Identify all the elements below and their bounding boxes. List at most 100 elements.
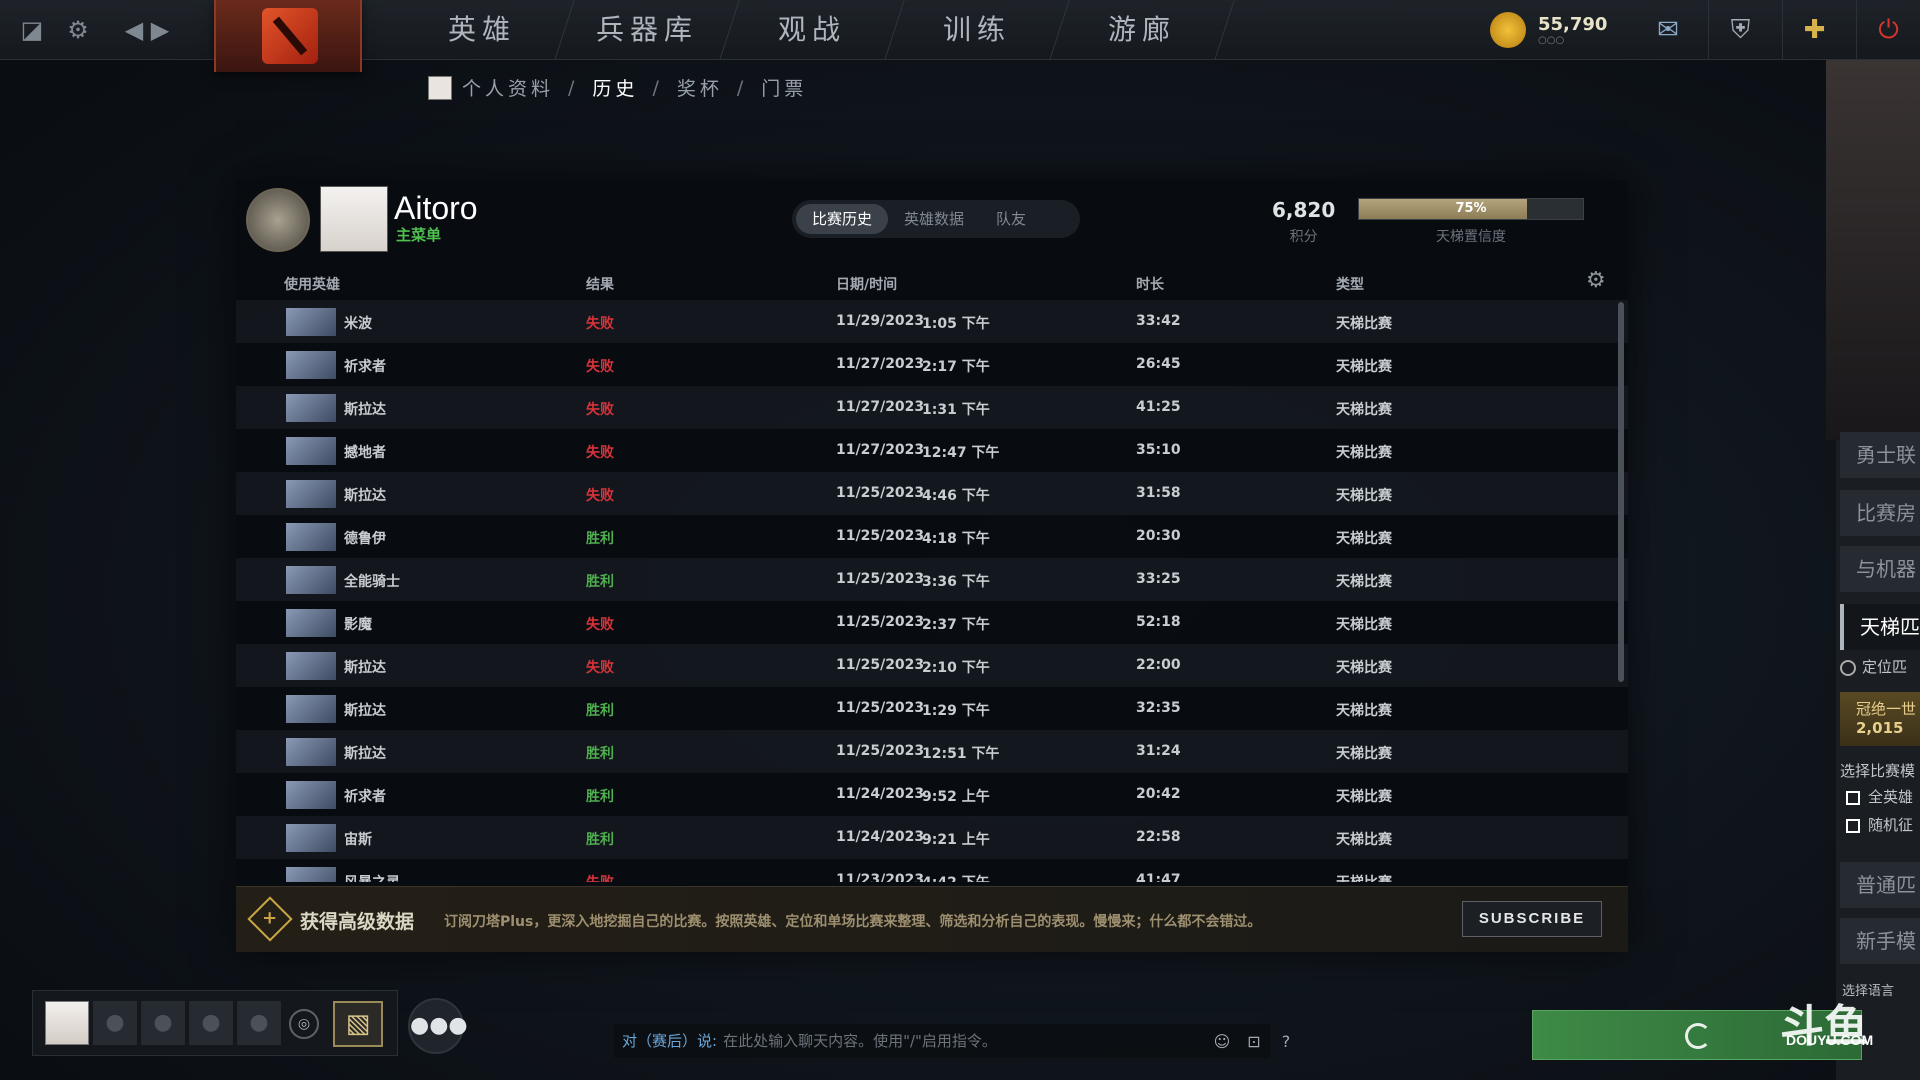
hero-portrait — [286, 394, 336, 422]
match-duration: 32:35 — [1136, 700, 1181, 716]
table-row[interactable]: 撼地者 失败 11/27/2023 12:47 下午 35:10 天梯比赛 — [236, 429, 1628, 472]
match-date: 11/27/2023 — [836, 442, 925, 458]
party-slot-icon[interactable]: ● — [237, 1001, 281, 1045]
dota-logo-button[interactable] — [214, 0, 362, 72]
table-settings-gear-icon[interactable]: ⚙ — [1586, 268, 1610, 293]
col-hero[interactable]: 使用英雄 — [284, 274, 340, 294]
tab-match-history[interactable]: 比赛历史 — [796, 204, 889, 234]
match-duration: 33:25 — [1136, 571, 1181, 587]
player-status: 主菜单 — [396, 226, 442, 244]
power-icon[interactable]: ⏻ — [1856, 0, 1920, 60]
table-row[interactable]: 全能骑士 胜利 11/25/2023 3:36 下午 33:25 天梯比赛 — [236, 558, 1628, 601]
history-tabs: 比赛历史 英雄数据 队友 — [792, 200, 1080, 238]
tab-teammates[interactable]: 队友 — [980, 204, 1042, 234]
breadcrumb-tickets[interactable]: 门票 — [761, 74, 807, 101]
rank-confidence: 75% 天梯置信度 — [1358, 198, 1584, 246]
breadcrumb-separator: / — [652, 76, 663, 99]
role-queue-radio[interactable]: 定位匹 — [1840, 656, 1907, 677]
plus-banner: + 获得高级数据 订阅刀塔Plus，更深入地挖掘自己的比赛。按照英雄、定位和单场… — [236, 886, 1628, 952]
col-datetime[interactable]: 日期/时间 — [836, 274, 897, 294]
table-row[interactable]: 斯拉达 胜利 11/25/2023 12:51 下午 31:24 天梯比赛 — [236, 730, 1628, 773]
breadcrumb-profile[interactable]: 个人资料 — [462, 74, 554, 101]
chat-placeholder: 在此处输入聊天内容。使用"/"启用指令。 — [723, 1032, 997, 1050]
nav-armory[interactable]: 兵器库 — [555, 0, 740, 60]
armory-icon[interactable]: ⛨ — [1708, 0, 1772, 60]
lobby-button[interactable]: 比赛房 — [1840, 490, 1920, 536]
bots-button[interactable]: 与机器 — [1840, 546, 1920, 592]
currency-display[interactable]: 55,790 ○○○ — [1490, 12, 1607, 48]
help-icon[interactable]: ? — [1274, 1030, 1298, 1054]
party-slot-icon[interactable]: ● — [141, 1001, 185, 1045]
table-row[interactable]: 祈求者 失败 11/27/2023 2:17 下午 26:45 天梯比赛 — [236, 343, 1628, 386]
voice-headset-icon[interactable]: ◎ — [289, 1009, 319, 1039]
subscribe-button[interactable]: SUBSCRIBE — [1462, 901, 1602, 937]
random-draft-checkbox[interactable]: 随机征 — [1846, 814, 1913, 835]
table-row[interactable]: 斯拉达 失败 11/27/2023 1:31 下午 41:25 天梯比赛 — [236, 386, 1628, 429]
ranked-button[interactable]: 天梯匹 — [1840, 604, 1920, 650]
confidence-text: 75% — [1455, 201, 1487, 216]
searching-spinner-icon — [1685, 1023, 1711, 1049]
table-row[interactable]: 影魔 失败 11/25/2023 2:37 下午 52:18 天梯比赛 — [236, 601, 1628, 644]
all-pick-checkbox[interactable]: 全英雄 — [1846, 786, 1913, 807]
nav-watch[interactable]: 观战 — [720, 0, 905, 60]
breadcrumb-history[interactable]: 历史 — [592, 74, 638, 101]
match-date: 11/25/2023 — [836, 700, 925, 716]
match-time: 3:36 下午 — [922, 574, 990, 590]
chat-target[interactable]: 对（赛后）说: — [622, 1032, 717, 1050]
emoji-icon[interactable]: ☺ — [1210, 1030, 1234, 1054]
banner-title: 获得高级数据 — [300, 911, 415, 933]
nav-heroes[interactable]: 英雄 — [390, 0, 575, 60]
chat-icon[interactable]: ✉ — [1636, 0, 1700, 60]
table-row[interactable]: 斯拉达 胜利 11/25/2023 1:29 下午 32:35 天梯比赛 — [236, 687, 1628, 730]
breadcrumb-separator: / — [568, 76, 579, 99]
chat-input[interactable]: 对（赛后）说: 在此处输入聊天内容。使用"/"启用指令。 — [614, 1024, 1270, 1058]
party-self-avatar[interactable] — [45, 1001, 89, 1045]
nav-label: 兵器库 — [595, 13, 698, 46]
scrollbar[interactable] — [1618, 302, 1624, 682]
match-result: 胜利 — [586, 703, 614, 719]
guild-button[interactable]: 勇士联 — [1840, 432, 1920, 478]
col-type[interactable]: 类型 — [1336, 274, 1364, 294]
chat-wheel-icon[interactable]: ⊡ — [1242, 1030, 1266, 1054]
match-result: 胜利 — [586, 746, 614, 762]
breadcrumb-trophies[interactable]: 奖杯 — [677, 74, 723, 101]
match-duration: 41:47 — [1136, 872, 1181, 882]
nav-arcade[interactable]: 游廊 — [1050, 0, 1235, 60]
table-row[interactable]: 斯拉达 失败 11/25/2023 4:46 下午 31:58 天梯比赛 — [236, 472, 1628, 515]
settings-gear-icon[interactable]: ⚙ — [62, 14, 94, 46]
hero-name: 斯拉达 — [344, 746, 386, 762]
dota-icon[interactable]: ◪ — [16, 14, 48, 46]
forward-arrow-icon[interactable]: ▶ — [144, 14, 176, 46]
confidence-label: 天梯置信度 — [1436, 229, 1506, 245]
avatar[interactable] — [320, 186, 388, 252]
rank-tier-box: 冠绝一世 2,015 — [1840, 692, 1920, 746]
match-type: 天梯比赛 — [1336, 746, 1392, 762]
unranked-button[interactable]: 普通匹 — [1840, 862, 1920, 908]
table-row[interactable]: 宙斯 胜利 11/24/2023 9:21 上午 22:58 天梯比赛 — [236, 816, 1628, 859]
table-row[interactable]: 风暴之灵 失败 11/23/20234:42 下午 41:47 天梯比赛 — [236, 859, 1628, 882]
match-date: 11/23/2023 — [836, 872, 925, 882]
rank-medal-icon[interactable] — [246, 188, 310, 252]
hero-name: 祈求者 — [344, 359, 386, 375]
nav-label: 游廊 — [1107, 13, 1176, 46]
match-result: 失败 — [586, 660, 614, 676]
match-date: 11/25/2023 — [836, 485, 925, 501]
newbie-mode-button[interactable]: 新手模 — [1840, 918, 1920, 964]
checkbox-icon — [1846, 790, 1860, 805]
rank-badge-icon[interactable]: ▧ — [333, 1001, 383, 1047]
table-row[interactable]: 祈求者 胜利 11/24/2023 9:52 上午 20:42 天梯比赛 — [236, 773, 1628, 816]
col-result[interactable]: 结果 — [586, 274, 614, 294]
party-slot-icon[interactable]: ● — [189, 1001, 233, 1045]
col-duration[interactable]: 时长 — [1136, 274, 1164, 294]
table-row[interactable]: 斯拉达 失败 11/25/2023 2:10 下午 22:00 天梯比赛 — [236, 644, 1628, 687]
match-date: 11/27/2023 — [836, 356, 925, 372]
table-row[interactable]: 德鲁伊 胜利 11/25/2023 4:18 下午 20:30 天梯比赛 — [236, 515, 1628, 558]
table-row[interactable]: 米波 失败 11/29/2023 1:05 下午 33:42 天梯比赛 — [236, 300, 1628, 343]
match-time: 9:21 上午 — [922, 832, 990, 848]
plus-shield-icon[interactable]: ✚ — [1782, 0, 1846, 60]
party-slot-icon[interactable]: ● — [93, 1001, 137, 1045]
tab-hero-stats[interactable]: 英雄数据 — [888, 204, 980, 234]
friends-group-icon[interactable]: ●●● — [408, 998, 468, 1054]
nav-learn[interactable]: 训练 — [885, 0, 1070, 60]
match-result: 失败 — [586, 617, 614, 633]
